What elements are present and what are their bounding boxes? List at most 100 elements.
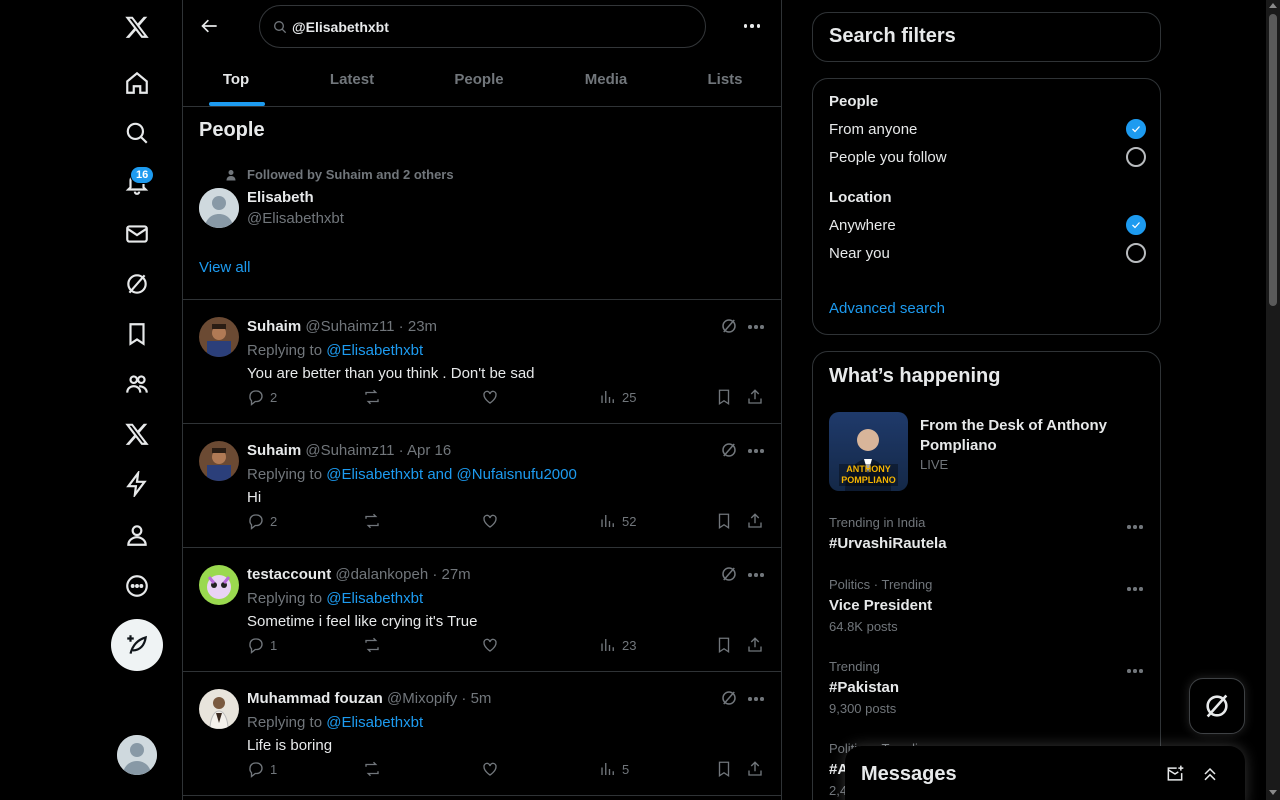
trend-more-icon[interactable]: [1125, 519, 1145, 535]
tweet-avatar[interactable]: [199, 441, 239, 481]
more-options-icon[interactable]: [739, 16, 765, 36]
explore-search-icon[interactable]: [112, 108, 162, 158]
view-all-link[interactable]: View all: [199, 259, 250, 276]
retweet-button[interactable]: [363, 759, 381, 779]
tweet-more-icon[interactable]: [745, 689, 767, 709]
more-options-icon[interactable]: [112, 561, 162, 611]
views-button[interactable]: 52: [599, 511, 636, 531]
tweet[interactable]: testaccount @dalankopeh · 27m Replying t…: [183, 548, 781, 672]
tweet-more-icon[interactable]: [745, 317, 767, 337]
grok-icon[interactable]: [720, 565, 740, 585]
near-you-radio[interactable]: [1126, 243, 1146, 263]
new-message-icon[interactable]: [1165, 764, 1187, 786]
trend-name[interactable]: #Pakistan: [829, 679, 899, 696]
reply-button[interactable]: 2: [247, 387, 277, 407]
trend-more-icon[interactable]: [1125, 581, 1145, 597]
tweet-author-name[interactable]: Suhaim: [247, 442, 301, 459]
views-button[interactable]: 23: [599, 635, 636, 655]
search-box[interactable]: [259, 5, 706, 48]
grok-floating-button[interactable]: [1189, 678, 1245, 734]
like-button[interactable]: [481, 387, 499, 407]
anywhere-label[interactable]: Anywhere: [829, 217, 896, 234]
share-button[interactable]: [746, 759, 764, 779]
tweet-avatar[interactable]: [199, 689, 239, 729]
people-you-follow-radio[interactable]: [1126, 147, 1146, 167]
tweet-author-name[interactable]: Muhammad fouzan: [247, 690, 383, 707]
premium-x-icon[interactable]: [112, 409, 162, 459]
bookmark-button[interactable]: [715, 511, 733, 531]
like-button[interactable]: [481, 759, 499, 779]
live-event-thumbnail[interactable]: ANTHONY POMPLIANO: [829, 412, 908, 491]
replying-to-link[interactable]: @Elisabethxbt: [326, 342, 423, 359]
search-input[interactable]: [292, 18, 672, 35]
tab-latest[interactable]: Latest: [289, 53, 415, 106]
trend-name[interactable]: Vice President: [829, 597, 932, 614]
tab-top[interactable]: Top: [183, 53, 289, 106]
views-button[interactable]: 25: [599, 387, 636, 407]
messages-drawer[interactable]: Messages: [845, 746, 1245, 800]
tweet-more-icon[interactable]: [745, 441, 767, 461]
near-you-label[interactable]: Near you: [829, 245, 890, 262]
messages-mail-icon[interactable]: [112, 209, 162, 259]
expand-chevrons-icon[interactable]: [1200, 764, 1222, 786]
trend-more-icon[interactable]: [1125, 663, 1145, 679]
person-avatar[interactable]: [199, 188, 239, 228]
tab-people[interactable]: People: [415, 53, 543, 106]
live-event-title[interactable]: From the Desk of Anthony Pompliano: [920, 416, 1140, 456]
bookmark-button[interactable]: [715, 635, 733, 655]
tweet-author-name[interactable]: Suhaim: [247, 318, 301, 335]
trend-name[interactable]: #UrvashiRautela: [829, 535, 947, 552]
grok-icon[interactable]: [112, 259, 162, 309]
retweet-button[interactable]: [363, 387, 381, 407]
back-button[interactable]: [197, 13, 223, 39]
from-anyone-radio[interactable]: [1126, 119, 1146, 139]
anywhere-radio[interactable]: [1126, 215, 1146, 235]
retweet-button[interactable]: [363, 635, 381, 655]
reply-button[interactable]: 1: [247, 759, 277, 779]
replying-to-link[interactable]: @Elisabethxbt: [326, 714, 423, 731]
verified-orgs-lightning-icon[interactable]: [112, 459, 162, 509]
tweet-avatar[interactable]: [199, 317, 239, 357]
share-button[interactable]: [746, 511, 764, 531]
bookmark-button[interactable]: [715, 759, 733, 779]
advanced-search-link[interactable]: Advanced search: [829, 300, 945, 317]
tab-lists[interactable]: Lists: [669, 53, 781, 106]
tweet-avatar[interactable]: [199, 565, 239, 605]
replying-to-link[interactable]: @Elisabethxbt and @Nufaisnufu2000: [326, 466, 577, 483]
tweet[interactable]: Muhammad fouzan @Mixopify · 5m Replying …: [183, 672, 781, 796]
tweet-author-name[interactable]: testaccount: [247, 566, 331, 583]
tweet[interactable]: Suhaim @Suhaimz11 · 23m Replying to @Eli…: [183, 300, 781, 424]
reply-button[interactable]: 2: [247, 511, 277, 531]
grok-icon[interactable]: [720, 689, 740, 709]
share-button[interactable]: [746, 635, 764, 655]
views-button[interactable]: 5: [599, 759, 629, 779]
scroll-down-arrow-icon[interactable]: [1269, 790, 1277, 795]
bookmark-button[interactable]: [715, 387, 733, 407]
reply-button[interactable]: 1: [247, 635, 277, 655]
like-button[interactable]: [481, 511, 499, 531]
tweet[interactable]: Suhaim @Suhaimz11 · Apr 16 Replying to @…: [183, 424, 781, 548]
like-button[interactable]: [481, 635, 499, 655]
from-anyone-label[interactable]: From anyone: [829, 121, 917, 138]
scroll-up-arrow-icon[interactable]: [1269, 3, 1277, 8]
person-name[interactable]: Elisabeth: [247, 189, 314, 206]
compose-post-button[interactable]: [111, 619, 163, 671]
tab-media[interactable]: Media: [543, 53, 669, 106]
page-scrollbar[interactable]: [1266, 0, 1280, 800]
account-avatar[interactable]: [117, 735, 157, 775]
replying-to-link[interactable]: @Elisabethxbt: [326, 590, 423, 607]
grok-icon[interactable]: [720, 317, 740, 337]
search-icon: [274, 20, 287, 33]
bookmark-icon: [718, 637, 730, 654]
communities-icon[interactable]: [112, 359, 162, 409]
retweet-button[interactable]: [363, 511, 381, 531]
people-you-follow-label[interactable]: People you follow: [829, 149, 947, 166]
scrollbar-thumb[interactable]: [1269, 14, 1277, 306]
bookmarks-icon[interactable]: [112, 309, 162, 359]
x-logo-icon[interactable]: [112, 2, 162, 52]
share-button[interactable]: [746, 387, 764, 407]
tweet-more-icon[interactable]: [745, 565, 767, 585]
profile-icon[interactable]: [112, 510, 162, 560]
grok-icon[interactable]: [720, 441, 740, 461]
home-icon[interactable]: [112, 58, 162, 108]
